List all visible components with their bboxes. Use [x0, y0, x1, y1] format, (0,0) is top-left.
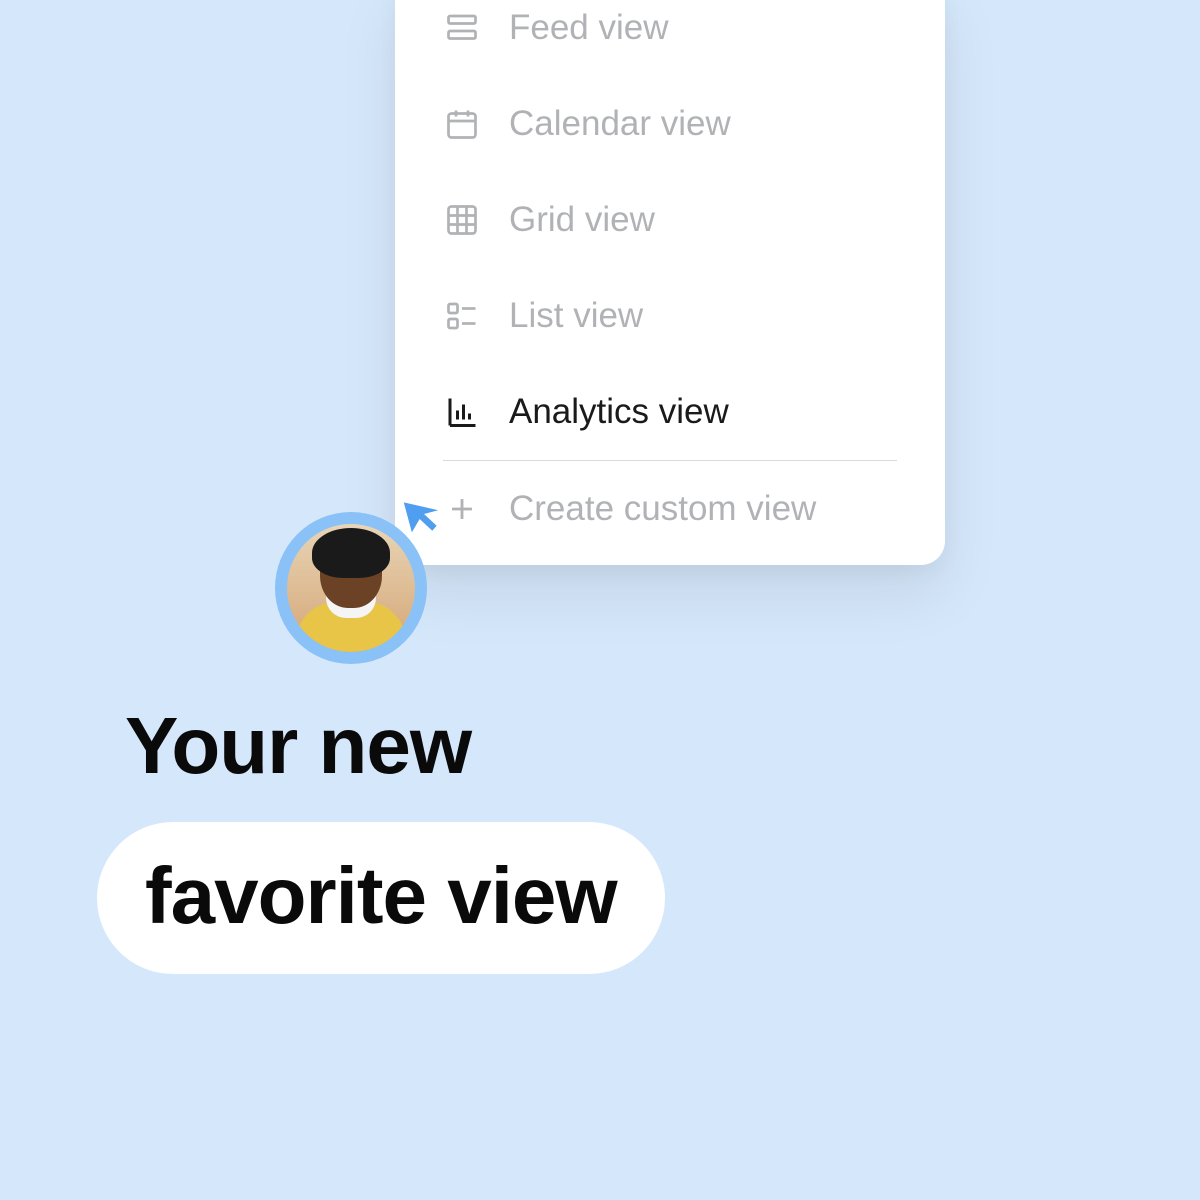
menu-item-label: Create custom view: [509, 489, 816, 529]
menu-item-label: Feed view: [509, 8, 669, 48]
headline: Your new favorite view: [125, 700, 665, 974]
menu-item-create-custom-view[interactable]: Create custom view: [395, 461, 945, 557]
analytics-icon: [443, 393, 481, 431]
menu-item-feed-view[interactable]: Feed view: [395, 0, 945, 76]
menu-item-calendar-view[interactable]: Calendar view: [395, 76, 945, 172]
menu-item-analytics-view[interactable]: Analytics view: [395, 364, 945, 460]
feed-icon: [443, 9, 481, 47]
menu-item-label: Analytics view: [509, 392, 729, 432]
headline-line-1: Your new: [125, 700, 665, 792]
menu-item-label: Grid view: [509, 200, 655, 240]
grid-icon: [443, 201, 481, 239]
menu-item-list-view[interactable]: List view: [395, 268, 945, 364]
headline-pill: favorite view: [97, 822, 665, 974]
calendar-icon: [443, 105, 481, 143]
menu-item-grid-view[interactable]: Grid view: [395, 172, 945, 268]
menu-item-label: List view: [509, 296, 643, 336]
headline-line-2: favorite view: [145, 851, 617, 940]
plus-icon: [443, 490, 481, 528]
menu-item-label: Calendar view: [509, 104, 731, 144]
list-icon: [443, 297, 481, 335]
view-dropdown-menu: Feed view Calendar view Grid view: [395, 0, 945, 565]
